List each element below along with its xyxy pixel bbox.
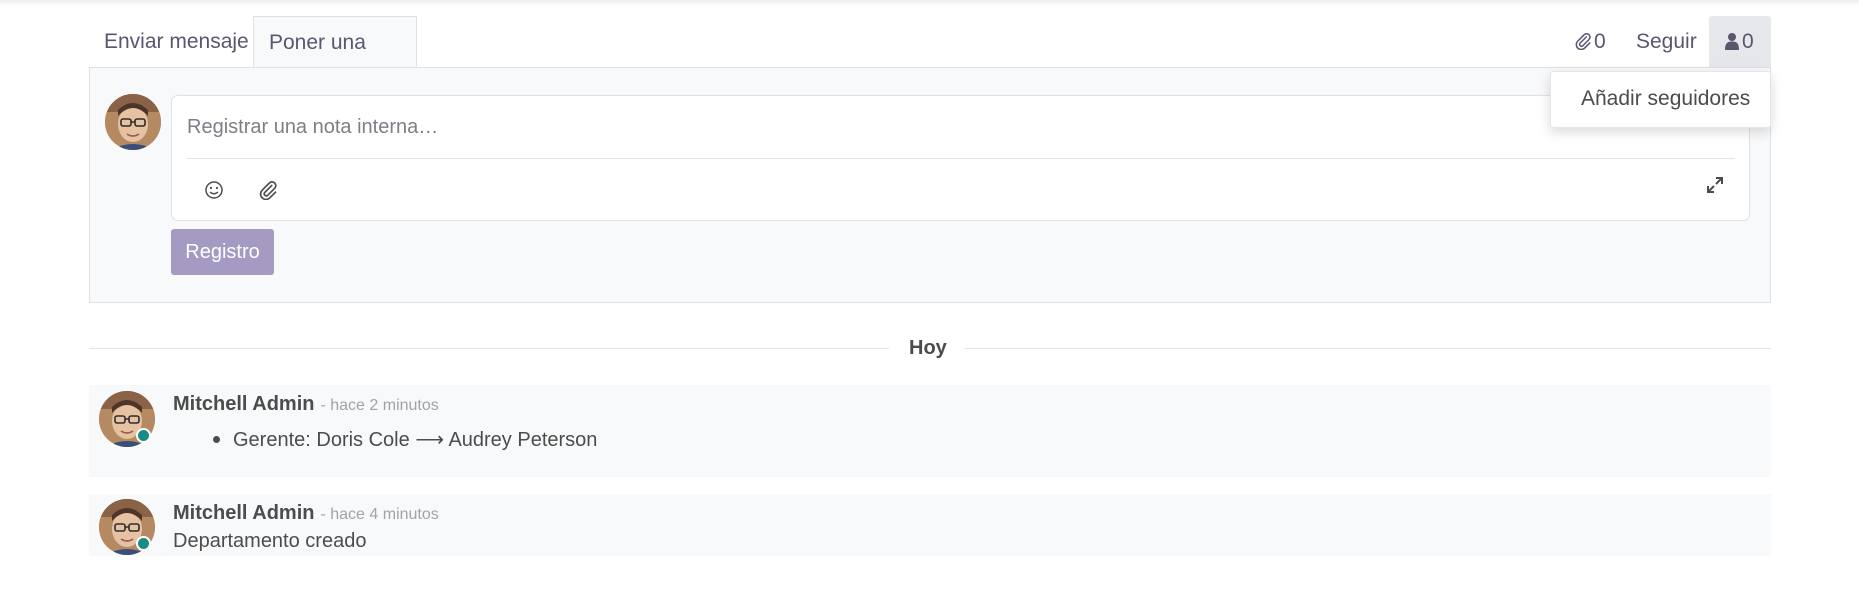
tracking-new-value: Audrey Peterson [448, 429, 598, 451]
note-editor[interactable]: Registrar una nota interna… [171, 95, 1750, 221]
paperclip-icon [259, 181, 277, 200]
full-composer-button[interactable] [1702, 172, 1728, 198]
tab-log-note[interactable]: Poner una nota [253, 16, 417, 106]
tracking-bullet [213, 436, 220, 443]
online-status-icon [136, 536, 151, 551]
paperclip-icon [1575, 32, 1591, 51]
smiley-icon [205, 181, 223, 199]
separator-line-right [964, 348, 1771, 349]
attachments-count: 0 [1594, 30, 1606, 53]
user-icon [1725, 33, 1739, 50]
author-name: Mitchell Admin [173, 502, 315, 524]
composer-avatar [105, 94, 161, 150]
top-shadow [0, 0, 1859, 6]
emoji-button[interactable] [201, 177, 227, 203]
expand-icon [1707, 177, 1723, 193]
tracking-old-value: Doris Cole [316, 429, 410, 451]
tab-send-message[interactable]: Enviar mensaje [89, 16, 264, 68]
separator-line-left [89, 348, 889, 349]
followers-dropdown: Añadir seguidores [1550, 71, 1771, 128]
online-status-icon [136, 428, 151, 443]
tracking-value: Gerente: Doris Cole ⟶ Audrey Peterson [233, 427, 597, 452]
message-date: - hace 4 minutos [320, 506, 439, 523]
date-separator-label: Hoy [909, 337, 947, 359]
add-followers-item[interactable]: Añadir seguidores [1581, 87, 1750, 111]
attach-file-button[interactable] [255, 177, 281, 203]
arrow-icon: ⟶ [415, 429, 444, 451]
message-author[interactable]: Mitchell Admin - hace 2 minutos [173, 393, 439, 416]
message-item: Mitchell Admin - hace 2 minutos Gerente: … [89, 385, 1771, 477]
followers-count: 0 [1742, 30, 1754, 53]
follow-button[interactable]: Seguir [1636, 16, 1697, 68]
message-body: Departamento creado [173, 530, 367, 552]
tracking-field: Gerente: [233, 429, 311, 451]
followers-button[interactable]: 0 [1709, 16, 1771, 68]
tab-send-message-label: Enviar mensaje [104, 30, 249, 53]
message-item: Mitchell Admin - hace 4 minutos Departame… [89, 494, 1771, 556]
editor-divider [186, 158, 1735, 159]
attachments-button[interactable]: 0 [1574, 16, 1606, 68]
note-input[interactable]: Registrar una nota interna… [187, 116, 438, 139]
author-name: Mitchell Admin [173, 393, 315, 415]
log-note-button[interactable]: Registro [171, 229, 274, 275]
follow-label: Seguir [1636, 30, 1697, 53]
message-date: - hace 2 minutos [320, 397, 439, 414]
message-author[interactable]: Mitchell Admin - hace 4 minutos [173, 502, 439, 525]
composer-panel: Registrar una nota interna… Registro [89, 67, 1771, 303]
